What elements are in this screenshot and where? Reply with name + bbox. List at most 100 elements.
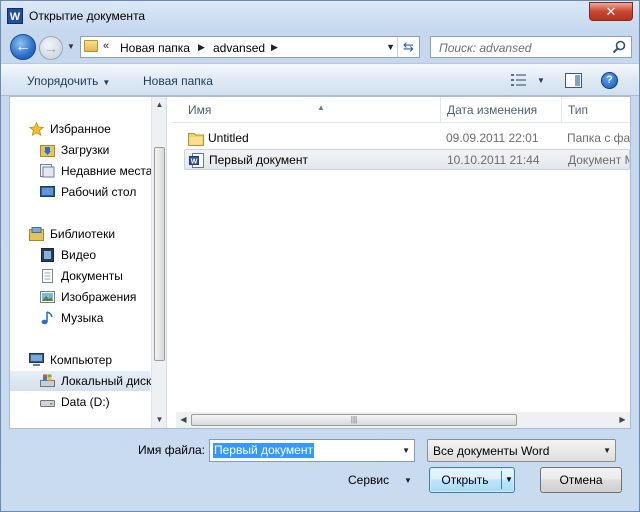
- file-type: Документ Microsoft Word: [568, 153, 629, 167]
- column-headers: Имя ▲ Дата изменения Тип: [172, 97, 630, 123]
- command-bar: Упорядочить ▼ Новая папка ▼ ?: [1, 63, 639, 96]
- open-label: Открыть: [441, 473, 489, 487]
- breadcrumb-advansed[interactable]: advansed: [213, 41, 265, 55]
- column-header-type[interactable]: Тип: [562, 97, 630, 123]
- address-bar[interactable]: « Новая папка ▶ advansed ▶ ▼ ⇆: [80, 36, 420, 58]
- search-input[interactable]: Поиск: advansed: [430, 36, 632, 58]
- sidebar-item-label: Загрузки: [61, 143, 110, 157]
- column-label: Имя: [188, 103, 212, 117]
- sidebar-item-pictures[interactable]: Изображения: [10, 287, 150, 307]
- star-icon: [29, 122, 44, 136]
- computer-icon: [29, 353, 44, 366]
- scroll-thumb[interactable]: |||: [191, 414, 517, 426]
- views-dropdown-icon[interactable]: ▼: [537, 76, 545, 85]
- search-placeholder: Поиск: advansed: [439, 41, 532, 55]
- open-options-dropdown-icon[interactable]: ▼: [503, 468, 515, 492]
- chevron-right-icon[interactable]: ▶: [198, 42, 205, 53]
- chevron-down-icon: ▼: [603, 446, 611, 455]
- new-folder-button[interactable]: Новая папка: [143, 74, 213, 88]
- word-document-icon: W: [189, 153, 204, 168]
- video-icon: [41, 248, 54, 262]
- close-button[interactable]: ✕: [589, 2, 633, 21]
- filename-label: Имя файла:: [138, 443, 205, 457]
- pictures-icon: [40, 291, 55, 303]
- tools-button[interactable]: Сервис: [348, 473, 389, 487]
- file-date: 10.10.2011 21:44: [447, 153, 540, 167]
- sidebar-item-music[interactable]: Музыка: [10, 308, 150, 328]
- back-button[interactable]: ←: [10, 34, 36, 60]
- scroll-left-icon[interactable]: ◀: [176, 412, 191, 428]
- sidebar-item-libraries[interactable]: Библиотеки: [10, 224, 150, 244]
- scroll-right-icon[interactable]: ▶: [615, 412, 630, 428]
- organize-label: Упорядочить: [27, 74, 99, 88]
- forward-button[interactable]: →: [39, 36, 63, 60]
- nav-pane-scrollbar[interactable]: ▲ ▼: [151, 97, 166, 428]
- search-icon[interactable]: [612, 40, 626, 54]
- downloads-folder-icon: [40, 145, 55, 157]
- filename-value: Первый документ: [213, 443, 314, 458]
- sidebar-item-label: Библиотеки: [50, 227, 116, 241]
- open-button[interactable]: Открыть ▼: [429, 467, 515, 493]
- file-date: 09.09.2011 22:01: [446, 131, 539, 145]
- documents-icon: [42, 269, 53, 283]
- sidebar-item-label: Data (D:): [61, 395, 110, 409]
- word-app-icon: W: [7, 8, 23, 24]
- sidebar-item-documents[interactable]: Документы: [10, 266, 150, 286]
- filename-field[interactable]: Первый документ ▼: [209, 439, 415, 462]
- column-header-date[interactable]: Дата изменения: [441, 97, 562, 123]
- address-dropdown-icon[interactable]: ▼: [386, 42, 395, 52]
- recent-pages-dropdown-icon[interactable]: ▼: [67, 42, 75, 51]
- sidebar-item-label: Компьютер: [50, 353, 113, 367]
- sidebar-item-label: Документы: [61, 269, 123, 283]
- title-bar: W Открытие документа ✕: [1, 1, 639, 31]
- split-divider: [501, 471, 502, 489]
- file-row-first-document[interactable]: W Первый документ 10.10.2011 21:44 Докум…: [184, 149, 630, 170]
- file-name: Untitled: [208, 131, 249, 145]
- cancel-button[interactable]: Отмена: [540, 467, 622, 493]
- column-header-name[interactable]: Имя ▲: [182, 97, 441, 123]
- breadcrumb-overflow[interactable]: «: [103, 40, 109, 52]
- content-area: Избранное Загрузки Недавние места Рабочи…: [9, 96, 631, 429]
- organize-button[interactable]: Упорядочить ▼: [27, 74, 110, 88]
- sidebar-item-data-d[interactable]: Data (D:): [10, 392, 150, 412]
- dropdown-arrow-icon: ▼: [102, 78, 111, 87]
- filetype-value: Все документы Word: [433, 444, 550, 458]
- scroll-thumb[interactable]: [154, 147, 165, 361]
- change-view-icon[interactable]: [511, 74, 527, 86]
- sidebar-item-computer[interactable]: Компьютер: [10, 350, 150, 370]
- folder-icon: [84, 40, 98, 52]
- sidebar-item-recent-places[interactable]: Недавние места: [10, 161, 153, 181]
- sidebar-item-label: Локальный диск: [61, 374, 152, 388]
- sidebar-item-downloads[interactable]: Загрузки: [10, 140, 150, 160]
- sidebar-item-favorites[interactable]: Избранное: [10, 119, 150, 139]
- local-disk-icon: [40, 374, 55, 387]
- file-list-horizontal-scrollbar[interactable]: ◀ ||| ▶: [176, 412, 630, 428]
- preview-pane-icon[interactable]: [565, 73, 582, 88]
- file-type: Папка с файлами: [567, 131, 630, 145]
- sidebar-item-label: Рабочий стол: [61, 185, 137, 199]
- sidebar-item-desktop[interactable]: Рабочий стол: [10, 182, 150, 202]
- music-icon: [41, 311, 53, 325]
- tools-dropdown-icon[interactable]: ▼: [404, 476, 412, 485]
- sidebar-item-local-disk[interactable]: Локальный диск: [10, 371, 152, 391]
- address-row: ← → ▼ « Новая папка ▶ advansed ▶ ▼ ⇆ Пои…: [1, 31, 639, 63]
- navigation-pane: Избранное Загрузки Недавние места Рабочи…: [10, 97, 166, 428]
- libraries-icon: [29, 227, 44, 241]
- sidebar-item-label: Недавние места: [61, 164, 153, 178]
- file-row-untitled[interactable]: Untitled 09.09.2011 22:01 Папка с файлам…: [184, 128, 630, 149]
- sidebar-item-label: Видео: [61, 248, 97, 262]
- filetype-select[interactable]: Все документы Word ▼: [427, 439, 616, 462]
- svg-text:W: W: [191, 159, 198, 166]
- refresh-icon[interactable]: ⇆: [397, 37, 419, 57]
- scroll-down-icon[interactable]: ▼: [152, 412, 166, 428]
- sidebar-item-label: Изображения: [61, 290, 137, 304]
- desktop-icon: [40, 186, 55, 197]
- help-icon[interactable]: ?: [601, 72, 618, 89]
- sidebar-item-video[interactable]: Видео: [10, 245, 150, 265]
- chevron-down-icon[interactable]: ▼: [402, 446, 410, 455]
- breadcrumb-new-folder[interactable]: Новая папка: [120, 41, 190, 55]
- file-name: Первый документ: [209, 153, 308, 167]
- scroll-up-icon[interactable]: ▲: [152, 97, 166, 113]
- chevron-right-icon[interactable]: ▶: [271, 42, 278, 53]
- sidebar-item-label: Музыка: [61, 311, 104, 325]
